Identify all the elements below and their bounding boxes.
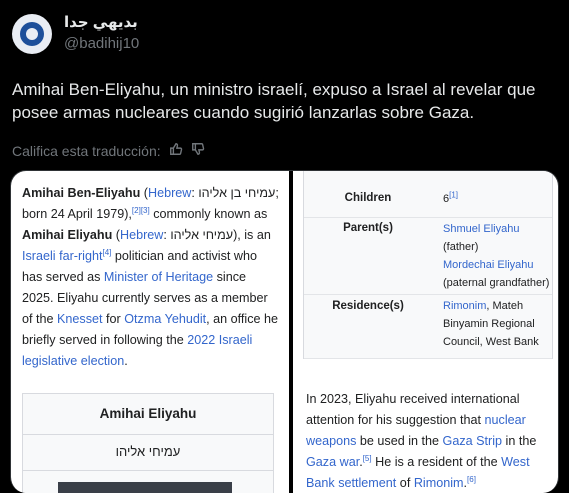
translation-rating: Califica esta traducción: [12, 142, 205, 159]
avatar-dot [26, 28, 38, 40]
wiki-screenshot-left: Amihai Ben-Eliyahu (Hebrew: עמיחי בן אלי… [11, 171, 289, 493]
author-handle[interactable]: @badihij10 [64, 35, 139, 52]
infobox-divider [23, 470, 273, 471]
author-display-name[interactable]: بديهي جدا [64, 13, 138, 31]
wiki-infobox-table: Children 6[1] Parent(s) Shmuel Eliyahu (… [303, 171, 553, 359]
infobox-title: Amihai Eliyahu [99, 406, 197, 421]
wiki-paragraph: In 2023, Eliyahu received international … [306, 392, 537, 490]
infobox-photo [58, 482, 232, 493]
thumbs-up-icon[interactable] [169, 142, 183, 159]
infobox-row-parents: Parent(s) Shmuel Eliyahu (father) Mordec… [304, 217, 552, 295]
thumbs-down-icon[interactable] [191, 142, 205, 159]
wiki-intro-paragraph: Amihai Ben-Eliyahu (Hebrew: עמיחי בן אלי… [22, 186, 279, 368]
avatar[interactable] [12, 14, 52, 54]
tweet-media[interactable]: Amihai Ben-Eliyahu (Hebrew: עמיחי בן אלי… [10, 170, 559, 493]
infobox-divider [23, 434, 273, 435]
rate-prompt: Califica esta traducción: [12, 142, 161, 159]
infobox-row-children: Children 6[1] [304, 179, 552, 218]
wiki-screenshot-right: Children 6[1] Parent(s) Shmuel Eliyahu (… [293, 171, 558, 493]
infobox-hebrew-name: עמיחי אליהו [115, 444, 181, 459]
wiki-infobox: Amihai Eliyahu עמיחי אליהו [22, 393, 274, 493]
tweet-text: Amihai Ben-Eliyahu, un ministro israelí,… [12, 80, 536, 122]
infobox-row-residence: Residence(s) Rimonim, Mateh Binyamin Reg… [304, 294, 552, 359]
